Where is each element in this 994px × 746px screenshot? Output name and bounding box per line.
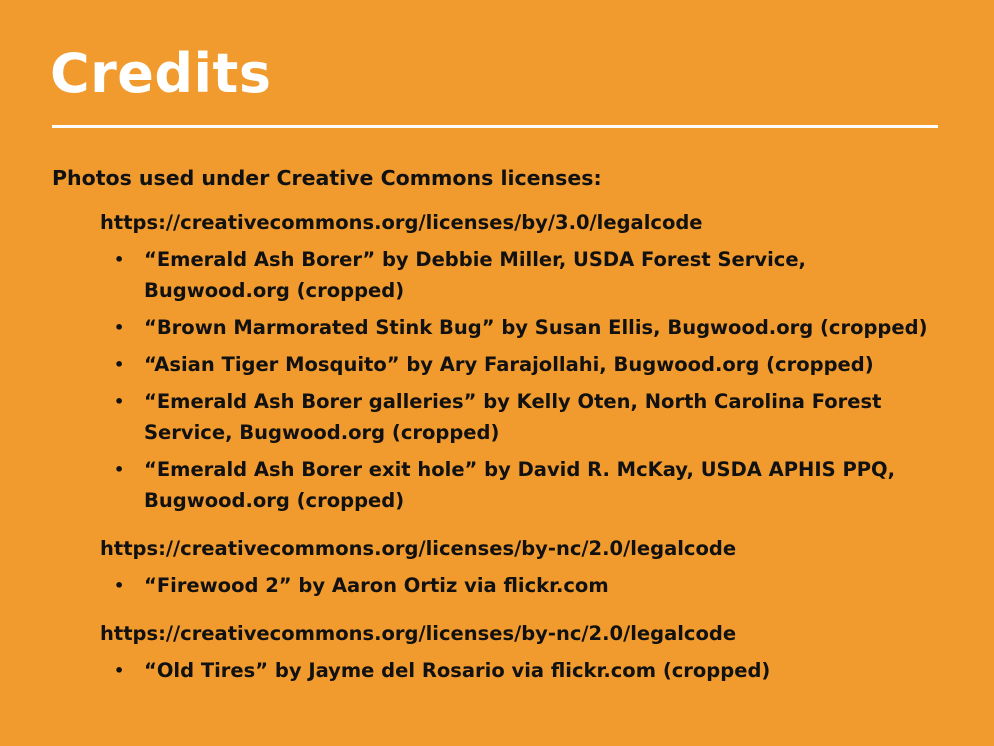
license-url: https://creativecommons.org/licenses/by-… — [100, 622, 737, 645]
bullet-icon: • — [114, 460, 125, 479]
credit-item: • “Old Tires” by Jayme del Rosario via f… — [52, 655, 952, 686]
credit-item: • “Brown Marmorated Stink Bug” by Susan … — [52, 312, 952, 343]
bullet-icon: • — [114, 576, 125, 595]
credit-text: “Emerald Ash Borer” by Debbie Miller, US… — [144, 248, 806, 302]
credit-item: • “Emerald Ash Borer exit hole” by David… — [52, 454, 952, 516]
credit-list: • “Firewood 2” by Aaron Ortiz via flickr… — [52, 570, 952, 601]
credit-text: “Asian Tiger Mosquito” by Ary Farajollah… — [144, 353, 874, 376]
license-url: https://creativecommons.org/licenses/by/… — [100, 211, 703, 234]
credits-content: Photos used under Creative Commons licen… — [52, 163, 952, 704]
credit-item: • “Firewood 2” by Aaron Ortiz via flickr… — [52, 570, 952, 601]
bullet-icon: • — [114, 318, 125, 337]
bullet-icon: • — [114, 355, 125, 374]
credit-text: “Firewood 2” by Aaron Ortiz via flickr.c… — [144, 574, 609, 597]
credit-text: “Emerald Ash Borer galleries” by Kelly O… — [144, 390, 882, 444]
slide: Credits Photos used under Creative Commo… — [0, 0, 994, 746]
license-url: https://creativecommons.org/licenses/by-… — [100, 537, 737, 560]
credit-text: “Emerald Ash Borer exit hole” by David R… — [144, 458, 896, 512]
title-divider — [52, 125, 938, 128]
bullet-icon: • — [114, 661, 125, 680]
credit-text: “Brown Marmorated Stink Bug” by Susan El… — [144, 316, 928, 339]
credit-item: • “Emerald Ash Borer galleries” by Kelly… — [52, 386, 952, 448]
bullet-icon: • — [114, 250, 125, 269]
credit-list: • “Emerald Ash Borer” by Debbie Miller, … — [52, 244, 952, 516]
credit-list: • “Old Tires” by Jayme del Rosario via f… — [52, 655, 952, 686]
credits-intro: Photos used under Creative Commons licen… — [52, 166, 602, 190]
slide-title: Credits — [50, 42, 272, 105]
credit-text: “Old Tires” by Jayme del Rosario via fli… — [144, 659, 771, 682]
credit-item: • “Asian Tiger Mosquito” by Ary Farajoll… — [52, 349, 952, 380]
credit-item: • “Emerald Ash Borer” by Debbie Miller, … — [52, 244, 952, 306]
bullet-icon: • — [114, 392, 125, 411]
